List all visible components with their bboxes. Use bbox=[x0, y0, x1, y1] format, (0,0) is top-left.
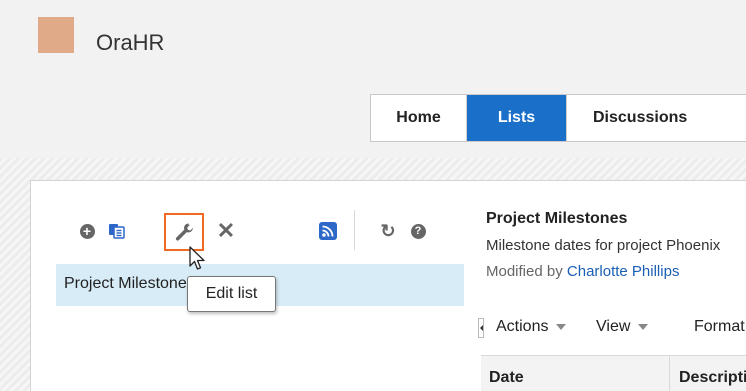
add-icon[interactable]: + bbox=[77, 221, 97, 241]
tab-home[interactable]: Home bbox=[371, 95, 467, 141]
wrench-icon bbox=[175, 223, 193, 241]
chevron-down-icon bbox=[556, 324, 567, 330]
rss-button[interactable] bbox=[318, 221, 338, 241]
rss-icon bbox=[319, 222, 337, 240]
toolbar-divider bbox=[354, 210, 355, 250]
app-logo bbox=[38, 17, 74, 53]
refresh-icon[interactable]: ↻ bbox=[378, 221, 398, 241]
column-divider bbox=[669, 356, 670, 391]
tab-discussions[interactable]: Discussions bbox=[567, 95, 746, 141]
view-menu-label: View bbox=[596, 318, 631, 335]
app-title: OraHR bbox=[96, 30, 165, 55]
copy-icon[interactable] bbox=[107, 221, 127, 241]
help-button[interactable]: ? bbox=[408, 221, 428, 241]
add-icon-symbol: + bbox=[79, 223, 95, 239]
collapse-handle-icon[interactable] bbox=[478, 318, 484, 338]
view-menu[interactable]: View bbox=[596, 318, 649, 336]
modified-by-link[interactable]: Charlotte Phillips bbox=[567, 263, 680, 280]
list-actions-bar: Actions View Format bbox=[478, 314, 746, 342]
help-icon: ? bbox=[410, 223, 426, 239]
list-detail-title: Project Milestones bbox=[486, 210, 628, 227]
actions-menu[interactable]: Actions bbox=[496, 318, 567, 336]
tab-lists[interactable]: Lists bbox=[467, 95, 567, 141]
format-menu-label: Format bbox=[694, 318, 745, 335]
list-item-label: Project Milestones bbox=[64, 275, 195, 292]
list-detail-description: Milestone dates for project Phoenix bbox=[486, 237, 721, 254]
app-header: OraHR Home Lists Discussions bbox=[0, 0, 746, 170]
chevron-down-icon bbox=[638, 324, 649, 330]
column-header-date[interactable]: Date bbox=[489, 369, 524, 387]
main-tabs: Home Lists Discussions bbox=[370, 94, 746, 142]
modified-prefix: Modified by bbox=[486, 263, 563, 280]
actions-menu-label: Actions bbox=[496, 318, 549, 335]
format-menu[interactable]: Format bbox=[694, 318, 745, 336]
column-header-description[interactable]: Description bbox=[679, 369, 746, 387]
table-header: Date Description bbox=[481, 355, 746, 391]
edit-list-tooltip: Edit list bbox=[187, 276, 276, 312]
copy-icon-glyph bbox=[109, 224, 125, 239]
delete-icon[interactable]: ✕ bbox=[216, 218, 236, 243]
list-detail-modified: Modified by Charlotte Phillips bbox=[486, 263, 746, 280]
mouse-cursor-icon bbox=[189, 246, 205, 270]
